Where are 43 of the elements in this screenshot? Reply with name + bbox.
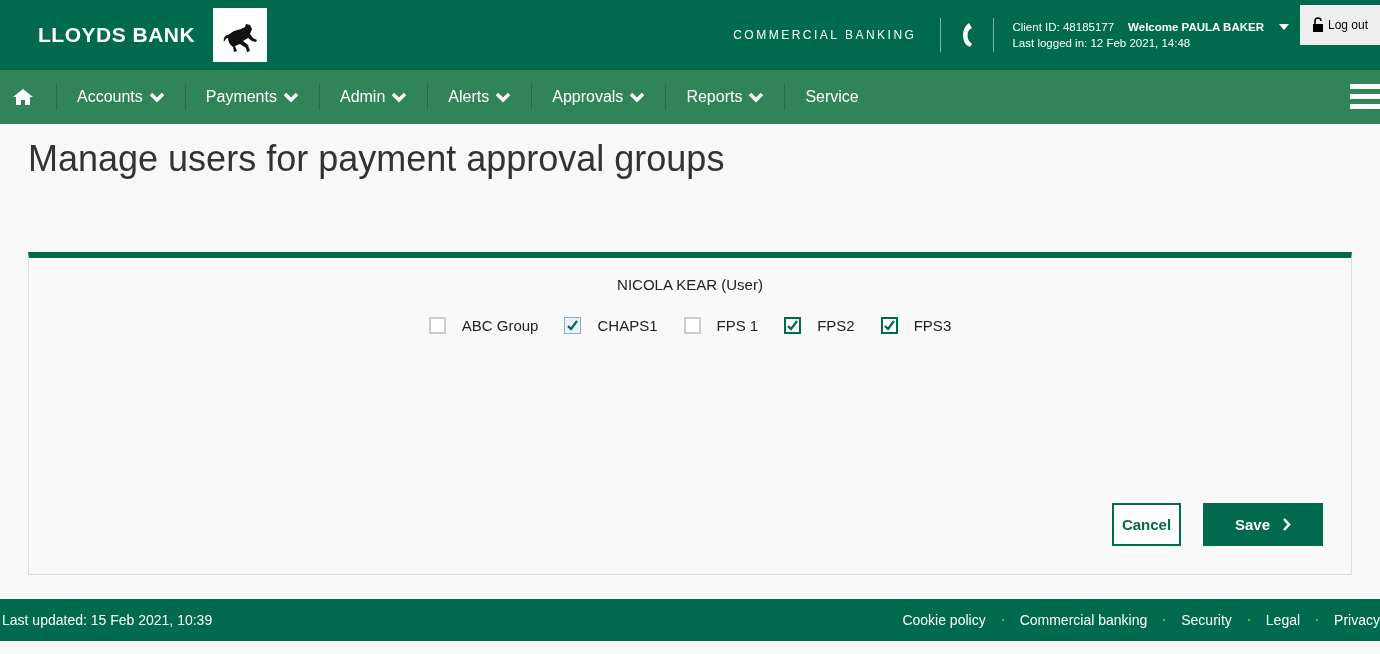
- last-logged-in: Last logged in: 12 Feb 2021, 14:48: [1012, 36, 1192, 51]
- cancel-button[interactable]: Cancel: [1112, 503, 1181, 546]
- checkbox-label: FPS3: [913, 317, 952, 334]
- chevron-down-icon: [148, 91, 165, 103]
- section-title: COMMERCIAL BANKING: [733, 28, 917, 42]
- bank-name: LLOYDS BANK: [38, 23, 196, 47]
- checkbox[interactable]: [564, 317, 582, 334]
- checkbox[interactable]: [880, 317, 898, 334]
- nav-link[interactable]: Payments: [185, 88, 319, 106]
- save-button[interactable]: Save: [1203, 503, 1323, 546]
- client-id: Client ID: 48185177: [1012, 20, 1115, 35]
- chevron-down-icon: [495, 91, 512, 103]
- checkbox-label: FPS2: [817, 317, 855, 334]
- chevron-right-icon: [1282, 518, 1291, 531]
- logout-button[interactable]: Log out: [1300, 5, 1380, 45]
- nav-link[interactable]: Reports: [666, 88, 785, 106]
- caret-icon[interactable]: [1278, 23, 1290, 31]
- footer-link[interactable]: Security: [1181, 612, 1232, 628]
- menu-icon[interactable]: [1350, 84, 1380, 110]
- nav-link[interactable]: Service: [785, 88, 879, 106]
- welcome-text: Welcome PAULA BAKER: [1128, 20, 1264, 35]
- chevron-down-icon: [629, 91, 646, 103]
- footer-link[interactable]: Legal: [1265, 612, 1301, 628]
- page-title: Manage users for payment approval groups: [28, 138, 726, 181]
- nav-link[interactable]: Approvals: [532, 88, 666, 106]
- checkbox-label: CHAPS1: [597, 317, 658, 334]
- nav-link[interactable]: Admin: [319, 88, 428, 106]
- chevron-down-icon: [391, 91, 408, 103]
- footer-link[interactable]: Cookie policy: [902, 612, 986, 628]
- footer-link[interactable]: Privacy: [1334, 612, 1380, 628]
- last-updated: Last updated: 15 Feb 2021, 10:39: [2, 612, 213, 628]
- checkbox-label: ABC Group: [461, 317, 539, 334]
- padlock-icon: [1311, 17, 1324, 33]
- nav-link[interactable]: Accounts: [57, 88, 185, 106]
- checkbox-label: FPS 1: [716, 317, 759, 334]
- checkbox[interactable]: [784, 317, 802, 334]
- chevron-down-icon: [282, 91, 299, 103]
- phone-icon[interactable]: [961, 22, 974, 48]
- chevron-down-icon: [748, 91, 765, 103]
- footer-link[interactable]: Commercial banking: [1019, 612, 1148, 628]
- home-icon[interactable]: [12, 88, 34, 106]
- user-name: NICOLA KEAR (User): [617, 276, 763, 293]
- nav-link[interactable]: Alerts: [428, 88, 532, 106]
